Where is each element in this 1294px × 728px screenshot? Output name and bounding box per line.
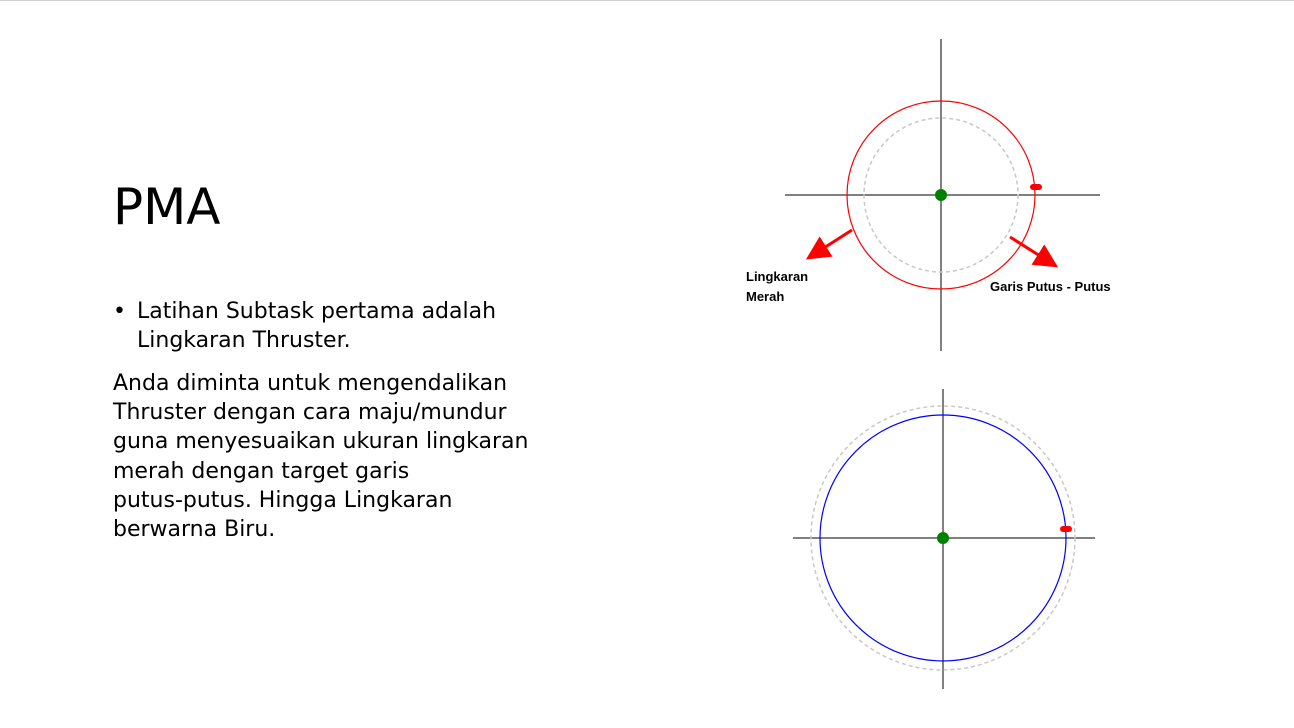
arrow-to-dashed-line	[1009, 235, 1059, 268]
diagram-bottom	[793, 389, 1095, 689]
bottom-thruster-marker	[1060, 526, 1072, 532]
top-thruster-marker	[1030, 184, 1042, 190]
label-red-circle-line-2: Merah	[746, 289, 784, 304]
top-center-dot	[935, 189, 947, 201]
bottom-center-dot	[937, 532, 949, 544]
arrow-to-red-circle	[805, 228, 853, 260]
label-dashed-line: Garis Putus - Putus	[990, 279, 1111, 294]
label-red-circle-line-1: Lingkaran	[746, 269, 808, 284]
thruster-diagrams: Lingkaran Merah Garis Putus - Putus	[746, 39, 1111, 689]
slide: PMA • Latihan Subtask pertama adalah Lin…	[0, 0, 1294, 728]
diagram-top: Lingkaran Merah Garis Putus - Putus	[746, 39, 1111, 351]
